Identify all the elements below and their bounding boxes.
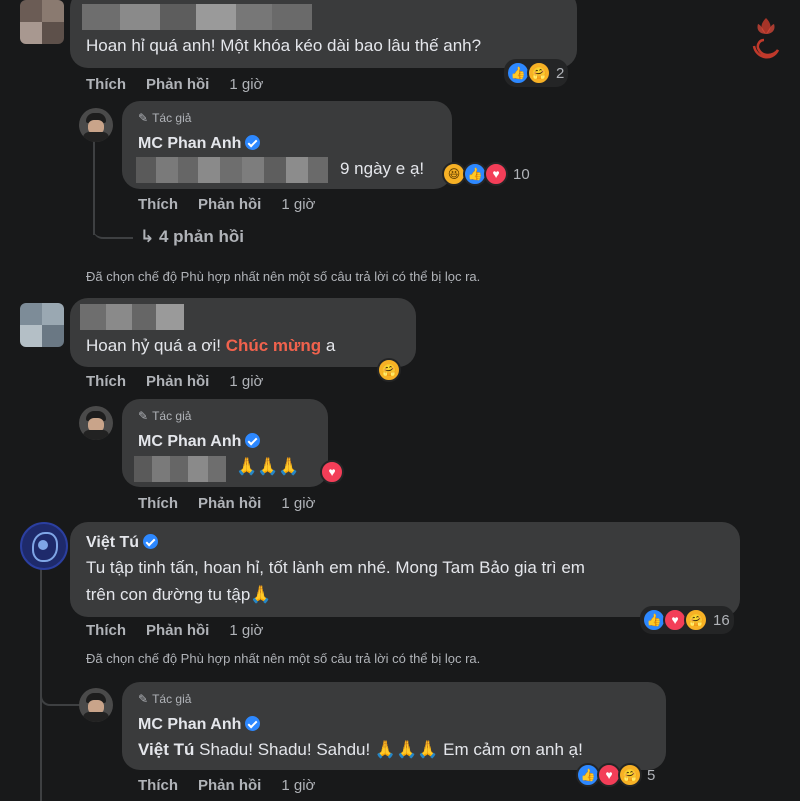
care-reaction-icon: 🤗 xyxy=(527,61,551,85)
verified-badge-icon xyxy=(245,716,261,731)
reaction-summary[interactable]: 👍 🤗 2 xyxy=(504,59,569,87)
comment-bubble: Việt Tú Tu tập tinh tấn, hoan hỉ, tốt là… xyxy=(70,522,740,617)
pencil-icon: ✎ xyxy=(138,692,149,706)
love-reaction-icon: ♥ xyxy=(320,460,344,484)
commenter-name[interactable]: MC Phan Anh xyxy=(138,716,261,734)
comment-text: 🙏🙏🙏 xyxy=(236,457,300,477)
reaction-count: 10 xyxy=(513,165,530,183)
reaction-count: 16 xyxy=(713,611,730,629)
reaction-summary[interactable]: ♥ xyxy=(318,458,345,486)
reply-button[interactable]: Phản hồi xyxy=(198,495,261,512)
comment-actions: Thích Phản hồi 1 giờ xyxy=(138,196,315,213)
author-tag: ✎ Tác giả xyxy=(138,692,192,706)
reply-button[interactable]: Phản hồi xyxy=(146,373,209,390)
redacted-name xyxy=(80,304,184,330)
filter-note: Đã chọn chế độ Phù hợp nhất nên một số c… xyxy=(86,269,481,284)
comment-actions: Thích Phản hồi 1 giờ xyxy=(86,76,263,93)
timestamp[interactable]: 1 giờ xyxy=(229,76,263,93)
timestamp[interactable]: 1 giờ xyxy=(281,777,315,794)
redacted-text xyxy=(134,456,226,482)
comment-actions: Thích Phản hồi 1 giờ xyxy=(138,495,315,512)
like-button[interactable]: Thích xyxy=(138,777,178,794)
reply-button[interactable]: Phản hồi xyxy=(198,196,261,213)
reaction-summary[interactable]: 👍 ♥ 🤗 16 xyxy=(640,606,734,634)
comment-text-line: trên con đường tu tập🙏 xyxy=(86,585,272,604)
avatar[interactable] xyxy=(20,303,64,347)
avatar[interactable] xyxy=(20,522,68,570)
comment-text: 9 ngày e ạ! xyxy=(340,159,425,178)
like-button[interactable]: Thích xyxy=(138,495,178,512)
redacted-name xyxy=(82,4,312,30)
comment-bubble: ✎ Tác giả MC Phan Anh 🙏🙏🙏 xyxy=(122,399,328,487)
mention-link[interactable]: Việt Tú xyxy=(138,740,194,759)
reply-button[interactable]: Phản hồi xyxy=(146,622,209,639)
comment-text: Hoan hỉ quá anh! Một khóa kéo dài bao lâ… xyxy=(86,36,482,55)
commenter-name[interactable]: Việt Tú xyxy=(86,534,159,552)
comment-text-line: Tu tập tinh tấn, hoan hỉ, tốt lành em nh… xyxy=(86,558,585,577)
reaction-count: 5 xyxy=(647,766,656,784)
avatar[interactable] xyxy=(79,688,113,722)
verified-badge-icon xyxy=(245,135,261,150)
redacted-text xyxy=(136,157,328,183)
avatar[interactable] xyxy=(20,0,64,44)
like-button[interactable]: Thích xyxy=(86,76,126,93)
verified-badge-icon xyxy=(143,534,159,549)
commenter-name[interactable]: MC Phan Anh xyxy=(138,135,261,153)
reaction-summary[interactable]: 😆 👍 ♥ 10 xyxy=(440,160,534,188)
avatar[interactable] xyxy=(79,406,113,440)
like-button[interactable]: Thích xyxy=(86,373,126,390)
commenter-name[interactable]: MC Phan Anh xyxy=(138,433,261,451)
reaction-summary[interactable]: 🤗 xyxy=(375,356,402,384)
comment-bubble: Hoan hỷ quá a ơi! Chúc mừng a xyxy=(70,298,416,367)
thread-line xyxy=(37,395,77,417)
thread-line xyxy=(93,215,133,239)
comment-text: Hoan hỷ quá a ơi! Chúc mừng a xyxy=(86,336,336,355)
like-button[interactable]: Thích xyxy=(86,622,126,639)
care-reaction-icon: 🤗 xyxy=(684,608,708,632)
pencil-icon: ✎ xyxy=(138,409,149,423)
highlighted-text: Chúc mừng xyxy=(225,336,322,355)
author-tag: ✎ Tác giả xyxy=(138,409,192,423)
timestamp[interactable]: 1 giờ xyxy=(281,196,315,213)
love-reaction-icon: ♥ xyxy=(484,162,508,186)
comment-actions: Thích Phản hồi 1 giờ xyxy=(86,373,263,390)
comment-actions: Thích Phản hồi 1 giờ xyxy=(86,622,263,639)
reply-button[interactable]: Phản hồi xyxy=(198,777,261,794)
comment-actions: Thích Phản hồi 1 giờ xyxy=(138,777,315,794)
care-reaction-icon: 🤗 xyxy=(618,763,642,787)
avatar[interactable] xyxy=(79,108,113,142)
comment-bubble: ✎ Tác giả MC Phan Anh Việt Tú Shadu! Sha… xyxy=(122,682,666,770)
pencil-icon: ✎ xyxy=(138,111,149,125)
like-button[interactable]: Thích xyxy=(138,196,178,213)
reply-button[interactable]: Phản hồi xyxy=(146,76,209,93)
reply-arrow-icon: ↳ xyxy=(140,227,155,246)
watermark-logo xyxy=(746,14,786,66)
author-tag: ✎ Tác giả xyxy=(138,111,192,125)
care-reaction-icon: 🤗 xyxy=(377,358,401,382)
comment-bubble: Hoan hỉ quá anh! Một khóa kéo dài bao lâ… xyxy=(70,0,577,68)
timestamp[interactable]: 1 giờ xyxy=(229,373,263,390)
view-replies-link[interactable]: ↳ 4 phản hồi xyxy=(140,227,244,247)
filter-note: Đã chọn chế độ Phù hợp nhất nên một số c… xyxy=(86,651,481,666)
thread-line xyxy=(40,682,82,706)
reaction-count: 2 xyxy=(556,64,565,82)
timestamp[interactable]: 1 giờ xyxy=(281,495,315,512)
verified-badge-icon xyxy=(245,433,261,448)
timestamp[interactable]: 1 giờ xyxy=(229,622,263,639)
comment-bubble: ✎ Tác giả MC Phan Anh 9 ngày e ạ! xyxy=(122,101,452,189)
reaction-summary[interactable]: 👍 ♥ 🤗 5 xyxy=(574,761,659,789)
comment-text: Việt Tú Shadu! Shadu! Sahdu! 🙏🙏🙏 Em cảm … xyxy=(138,740,583,759)
